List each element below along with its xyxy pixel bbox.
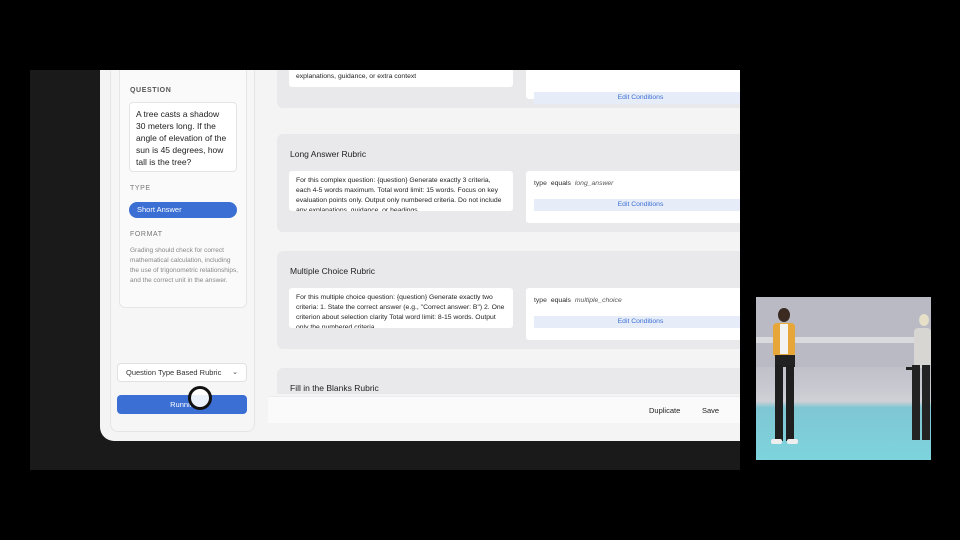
speakers-image <box>756 297 931 444</box>
format-text[interactable]: Grading should check for correct mathema… <box>130 246 240 286</box>
projected-app-frame: QUESTION A tree casts a shadow 30 meters… <box>30 70 740 470</box>
duplicate-button[interactable]: Duplicate <box>649 406 680 415</box>
question-label: QUESTION <box>130 87 172 94</box>
rubric-mode-select[interactable]: Question Type Based Rubric ⌄ <box>117 363 247 382</box>
rubric-footer: Duplicate Save <box>268 396 740 423</box>
run-button[interactable]: Runnin <box>117 395 247 414</box>
type-label: TYPE <box>130 185 151 192</box>
question-text[interactable]: A tree casts a shadow 30 meters long. If… <box>129 102 237 172</box>
rubric-title: Long Answer Rubric <box>290 149 367 159</box>
rubric-select-value: Question Type Based Rubric <box>126 368 222 377</box>
condition-operator: equals <box>550 297 571 304</box>
rubric-list: criterion that ONLY states the correct a… <box>268 70 740 394</box>
edit-conditions-button[interactable]: Edit Conditions <box>534 199 740 211</box>
condition-row: type equals long_answer <box>534 180 613 187</box>
rubric-card-fill-blanks: Fill in the Blanks Rubric <box>277 368 740 394</box>
chevron-down-icon: ⌄ <box>232 369 238 376</box>
rubric-prompt[interactable]: criterion that ONLY states the correct a… <box>289 70 513 87</box>
format-label: FORMAT <box>130 231 163 238</box>
edit-conditions-button[interactable]: Edit Conditions <box>534 316 740 328</box>
rubric-title: Multiple Choice Rubric <box>290 266 376 276</box>
rubric-prompt[interactable]: For this multiple choice question: {ques… <box>289 288 513 328</box>
rubric-conditions: type equals long_answer Edit Conditions <box>526 171 740 223</box>
rubric-conditions: Edit Conditions <box>526 70 740 104</box>
condition-key: type <box>534 180 547 187</box>
rubric-title: Fill in the Blanks Rubric <box>290 383 379 393</box>
question-card: QUESTION A tree casts a shadow 30 meters… <box>119 70 247 308</box>
cursor-pointer-icon <box>188 386 212 410</box>
condition-key: type <box>534 297 547 304</box>
condition-row: type equals multiple_choice <box>534 297 622 304</box>
rubric-prompt[interactable]: For this complex question: {question} Ge… <box>289 171 513 211</box>
app-window: QUESTION A tree casts a shadow 30 meters… <box>100 70 740 441</box>
speaker-left <box>771 308 798 444</box>
condition-operator: equals <box>550 180 571 187</box>
edit-conditions-button[interactable]: Edit Conditions <box>534 92 740 104</box>
rubric-conditions: type equals multiple_choice Edit Condition… <box>526 288 740 340</box>
save-button[interactable]: Save <box>702 406 719 415</box>
question-sidebar: QUESTION A tree casts a shadow 30 meters… <box>110 70 255 432</box>
screen: QUESTION A tree casts a shadow 30 meters… <box>0 0 960 540</box>
condition-value: long_answer <box>574 180 614 187</box>
rubric-card: criterion that ONLY states the correct a… <box>277 70 740 108</box>
speaker-video <box>756 297 931 460</box>
rubric-card-long-answer: Long Answer Rubric For this complex ques… <box>277 134 740 232</box>
condition-value: multiple_choice <box>574 297 622 304</box>
rubric-card-multiple-choice: Multiple Choice Rubric For this multiple… <box>277 251 740 349</box>
type-selector[interactable]: Short Answer <box>129 202 237 218</box>
